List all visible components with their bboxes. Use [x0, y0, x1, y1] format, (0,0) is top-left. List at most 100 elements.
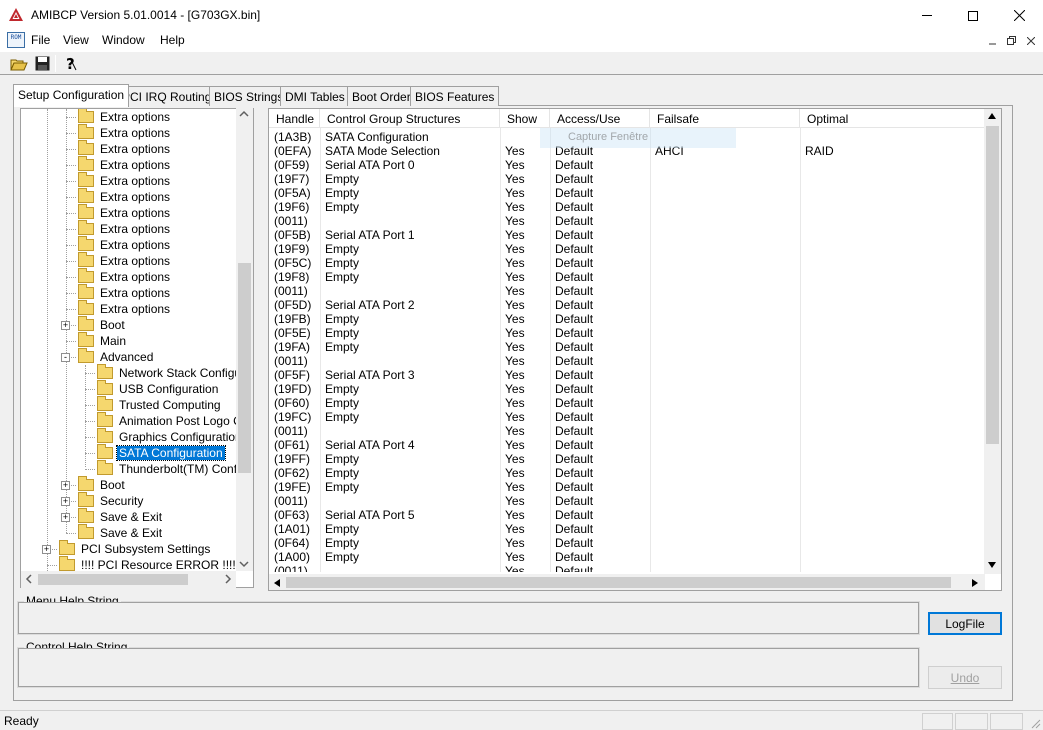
- scroll-right-icon[interactable]: [224, 574, 232, 587]
- column-header-optimal[interactable]: Optimal: [800, 109, 985, 128]
- column-header-show[interactable]: Show: [500, 109, 550, 128]
- setup-tree[interactable]: Extra options Extra options Extra options E…: [20, 108, 254, 588]
- scroll-down-icon[interactable]: [987, 561, 997, 572]
- cell-show[interactable]: Yes: [500, 172, 550, 186]
- cell-access-use[interactable]: Default: [550, 438, 650, 452]
- cell-optimal[interactable]: RAID: [800, 144, 985, 158]
- table-row[interactable]: (0F59) Serial ATA Port 0 Yes Default: [269, 158, 985, 172]
- tab-dmi-tables[interactable]: DMI Tables: [280, 86, 350, 106]
- control-grid[interactable]: Handle Control Group Structures Show Acc…: [268, 108, 1002, 591]
- cell-show[interactable]: Yes: [500, 424, 550, 438]
- menu-help[interactable]: Help: [160, 33, 185, 47]
- table-row[interactable]: (19FE) Empty Yes Default: [269, 480, 985, 494]
- tree-item[interactable]: Boot: [78, 316, 127, 333]
- cell-failsafe[interactable]: [650, 522, 800, 536]
- help-button[interactable]: ?: [61, 54, 81, 73]
- table-row[interactable]: (19FA) Empty Yes Default: [269, 340, 985, 354]
- cell-access-use[interactable]: Default: [550, 536, 650, 550]
- cell-failsafe[interactable]: [650, 564, 800, 572]
- cell-optimal[interactable]: [800, 256, 985, 270]
- cell-show[interactable]: Yes: [500, 270, 550, 284]
- table-row[interactable]: (0F5D) Serial ATA Port 2 Yes Default: [269, 298, 985, 312]
- tab-bios-strings[interactable]: BIOS Strings: [209, 86, 289, 106]
- cell-failsafe[interactable]: [650, 270, 800, 284]
- cell-show[interactable]: Yes: [500, 354, 550, 368]
- tree-item[interactable]: SATA Configuration: [97, 444, 226, 461]
- cell-access-use[interactable]: Default: [550, 256, 650, 270]
- cell-failsafe[interactable]: [650, 382, 800, 396]
- cell-show[interactable]: Yes: [500, 382, 550, 396]
- cell-optimal[interactable]: [800, 284, 985, 298]
- tree-item[interactable]: Extra options: [78, 156, 172, 173]
- cell-optimal[interactable]: [800, 340, 985, 354]
- table-row[interactable]: (0011) Yes Default: [269, 354, 985, 368]
- menu-file[interactable]: File: [31, 33, 50, 47]
- cell-access-use[interactable]: Default: [550, 270, 650, 284]
- table-row[interactable]: (19F8) Empty Yes Default: [269, 270, 985, 284]
- cell-optimal[interactable]: [800, 564, 985, 572]
- cell-show[interactable]: Yes: [500, 200, 550, 214]
- tree-item[interactable]: Extra options: [78, 284, 172, 301]
- cell-access-use[interactable]: Default: [550, 242, 650, 256]
- cell-optimal[interactable]: [800, 522, 985, 536]
- tree-item[interactable]: Extra options: [78, 268, 172, 285]
- table-row[interactable]: (0011) Yes Default: [269, 284, 985, 298]
- cell-failsafe[interactable]: [650, 410, 800, 424]
- cell-access-use[interactable]: Default: [550, 340, 650, 354]
- tree-item[interactable]: Save & Exit: [78, 508, 164, 525]
- tab-setup-configuration[interactable]: Setup Configuration: [13, 84, 130, 107]
- tree-item[interactable]: Thunderbolt(TM) Configu: [97, 460, 253, 477]
- cell-show[interactable]: Yes: [500, 298, 550, 312]
- mdi-minimize-button[interactable]: [984, 33, 1001, 48]
- tree-item[interactable]: Advanced: [78, 348, 155, 365]
- expand-icon[interactable]: +: [61, 481, 70, 490]
- cell-optimal[interactable]: [800, 130, 985, 144]
- tree-vertical-scrollbar[interactable]: [236, 108, 253, 571]
- cell-failsafe[interactable]: [650, 200, 800, 214]
- maximize-button[interactable]: [950, 0, 996, 31]
- cell-failsafe[interactable]: [650, 256, 800, 270]
- cell-optimal[interactable]: [800, 354, 985, 368]
- scroll-up-icon[interactable]: [987, 112, 997, 123]
- cell-show[interactable]: Yes: [500, 508, 550, 522]
- cell-failsafe[interactable]: [650, 214, 800, 228]
- cell-optimal[interactable]: [800, 396, 985, 410]
- cell-access-use[interactable]: Default: [550, 466, 650, 480]
- cell-optimal[interactable]: [800, 452, 985, 466]
- collapse-icon[interactable]: -: [61, 353, 70, 362]
- close-button[interactable]: [996, 0, 1042, 31]
- cell-failsafe[interactable]: [650, 508, 800, 522]
- cell-show[interactable]: Yes: [500, 312, 550, 326]
- cell-access-use[interactable]: Default: [550, 158, 650, 172]
- cell-show[interactable]: Yes: [500, 158, 550, 172]
- cell-access-use[interactable]: Default: [550, 452, 650, 466]
- table-row[interactable]: (0F5C) Empty Yes Default: [269, 256, 985, 270]
- cell-failsafe[interactable]: [650, 228, 800, 242]
- cell-show[interactable]: Yes: [500, 284, 550, 298]
- tree-horizontal-scroll-thumb[interactable]: [38, 574, 188, 585]
- cell-optimal[interactable]: [800, 536, 985, 550]
- cell-show[interactable]: Yes: [500, 466, 550, 480]
- logfile-button[interactable]: LogFile: [928, 612, 1002, 635]
- tab-bios-features[interactable]: BIOS Features: [410, 86, 500, 106]
- table-row[interactable]: (19FF) Empty Yes Default: [269, 452, 985, 466]
- scroll-left-icon[interactable]: [25, 574, 33, 587]
- mdi-restore-button[interactable]: [1003, 33, 1020, 48]
- cell-show[interactable]: Yes: [500, 536, 550, 550]
- table-row[interactable]: (0F60) Empty Yes Default: [269, 396, 985, 410]
- table-row[interactable]: (0011) Yes Default: [269, 564, 985, 572]
- cell-access-use[interactable]: Default: [550, 368, 650, 382]
- cell-access-use[interactable]: Default: [550, 298, 650, 312]
- column-header-failsafe[interactable]: Failsafe: [650, 109, 800, 128]
- cell-show[interactable]: Yes: [500, 452, 550, 466]
- cell-access-use[interactable]: Default: [550, 200, 650, 214]
- table-row[interactable]: (19FD) Empty Yes Default: [269, 382, 985, 396]
- grid-horizontal-scroll-thumb[interactable]: [286, 577, 951, 588]
- column-header-control-group[interactable]: Control Group Structures: [320, 109, 500, 128]
- undo-button[interactable]: Undo: [928, 666, 1002, 689]
- table-row[interactable]: (0F5A) Empty Yes Default: [269, 186, 985, 200]
- tree-item[interactable]: Extra options: [78, 172, 172, 189]
- tree-item[interactable]: Extra options: [78, 300, 172, 317]
- table-row[interactable]: (0F5B) Serial ATA Port 1 Yes Default: [269, 228, 985, 242]
- mdi-close-button[interactable]: [1022, 33, 1039, 48]
